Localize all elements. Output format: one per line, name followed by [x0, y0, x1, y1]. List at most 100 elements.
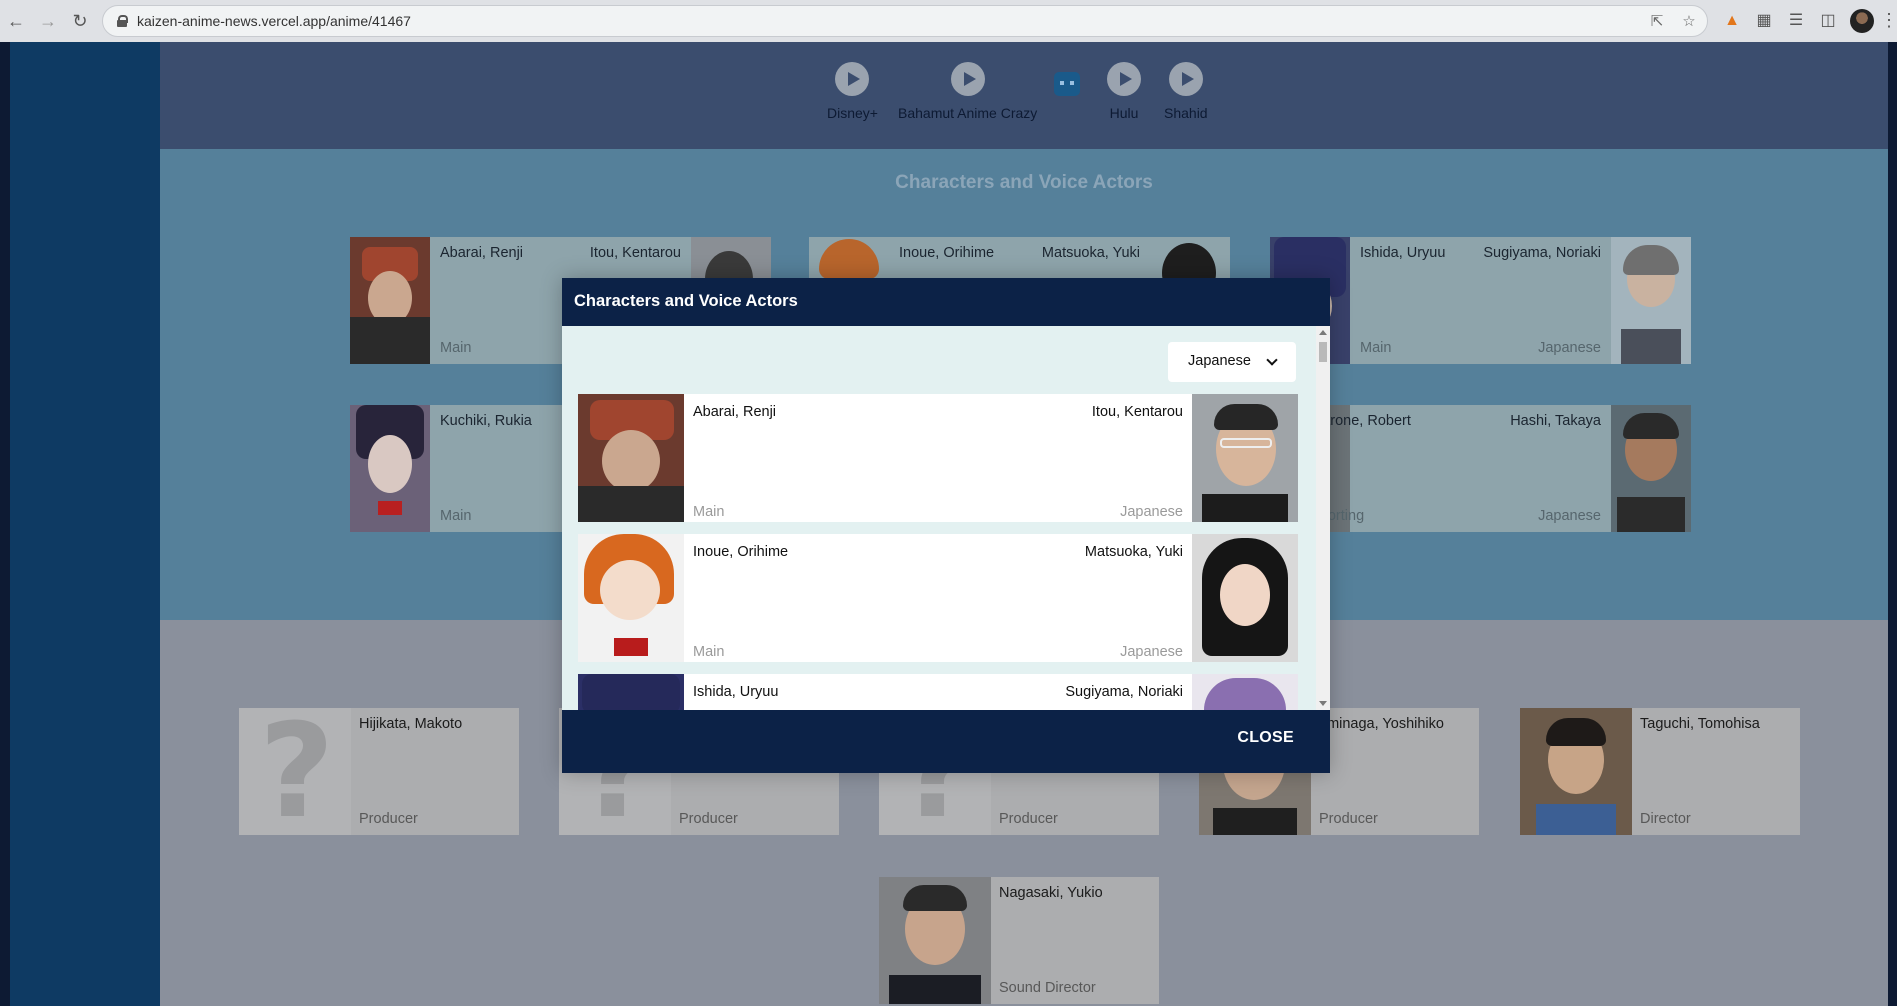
actor-name: Matsuoka, Yuki [1041, 245, 1140, 261]
staff-role: Producer [999, 811, 1058, 827]
tv-icon [1054, 72, 1080, 96]
modal-footer: CLOSE [562, 710, 1330, 773]
actor-image [1611, 405, 1691, 532]
character-name: Kuchiki, Rukia [440, 413, 532, 429]
play-icon [1107, 62, 1141, 96]
characters-modal: Characters and Voice Actors Japanese Aba… [562, 278, 1330, 773]
page-edge [0, 42, 10, 1006]
media-icon[interactable]: ☰ [1785, 10, 1807, 32]
stream-shahid[interactable]: Shahid [1164, 62, 1208, 121]
avatar[interactable] [1850, 9, 1874, 33]
staff-role: Sound Director [999, 980, 1096, 996]
modal-scrollbar[interactable] [1316, 326, 1330, 710]
kebab-icon[interactable]: ⋮ [1880, 10, 1897, 32]
actor-image [1611, 237, 1691, 364]
character-role: Main [440, 340, 472, 356]
character-name: Abarai, Renji [693, 404, 777, 420]
actor-name: Itou, Kentarou [589, 245, 681, 261]
stream-label: Hulu [1109, 105, 1139, 121]
streaming-bar: Disney+ Bahamut Anime Crazy Hulu Shahid [160, 42, 1888, 149]
actor-image [1192, 534, 1298, 662]
stream-label: Shahid [1164, 105, 1208, 121]
language-select-value: Japanese [1188, 353, 1251, 369]
staff-image [1520, 708, 1632, 835]
actor-language: Japanese [1538, 508, 1601, 524]
stream-label: Bahamut Anime Crazy [898, 105, 1038, 121]
metamask-icon[interactable]: ▲ [1721, 10, 1743, 32]
actor-language: Japanese [1120, 644, 1183, 660]
modal-body: Japanese Abarai, Renji Main Itou, Kentar… [562, 326, 1330, 710]
play-icon [835, 62, 870, 96]
back-icon[interactable]: ← [4, 9, 28, 33]
stream-disney[interactable]: Disney+ [827, 62, 878, 121]
share-icon[interactable]: ⇱ [1647, 12, 1667, 32]
section-title: Characters and Voice Actors [895, 172, 1153, 193]
staff-card[interactable]: Nagasaki, Yukio Sound Director [879, 877, 1159, 1004]
actor-name: Sugiyama, Noriaki [1065, 684, 1183, 700]
character-image [578, 674, 684, 710]
actor-image [1192, 394, 1298, 522]
character-name: Inoue, Orihime [899, 245, 995, 261]
play-icon [1168, 62, 1203, 96]
language-select[interactable]: Japanese [1168, 342, 1296, 382]
staff-card[interactable]: Taguchi, Tomohisa Director [1520, 708, 1800, 835]
stream-hulu[interactable]: Hulu [1107, 62, 1141, 121]
scrollbar-thumb[interactable] [1319, 342, 1327, 362]
character-image [578, 534, 684, 662]
actor-name: Itou, Kentarou [1091, 404, 1183, 420]
staff-name: ominaga, Yoshihiko [1319, 716, 1444, 732]
actor-language: Japanese [1538, 340, 1601, 356]
character-name: Ishida, Uryuu [693, 684, 779, 700]
staff-role: Director [1640, 811, 1691, 827]
character-role: Main [693, 644, 725, 660]
actor-language: Japanese [1120, 504, 1183, 520]
character-role: Main [440, 508, 472, 524]
list-item[interactable]: Abarai, Renji Main Itou, Kentarou Japane… [578, 394, 1298, 522]
actor-name: Matsuoka, Yuki [1084, 544, 1183, 560]
forward-icon[interactable]: → [36, 9, 60, 33]
character-name: Ishida, Uryuu [1360, 245, 1446, 261]
page-edge-right [1888, 42, 1897, 1006]
character-role: Main [1360, 340, 1392, 356]
staff-role: Producer [679, 811, 738, 827]
chevron-down-icon [1266, 354, 1278, 366]
url-text[interactable]: kaizen-anime-news.vercel.app/anime/41467 [137, 13, 411, 29]
staff-name: Hijikata, Makoto [359, 716, 463, 732]
actor-name: Hashi, Takaya [1510, 413, 1601, 429]
staff-name: Taguchi, Tomohisa [1640, 716, 1760, 732]
character-image [350, 405, 430, 532]
character-card[interactable]: Ishida, Uryuu Main Sugiyama, Noriaki Jap… [1270, 237, 1691, 364]
reload-icon[interactable]: ↻ [68, 9, 92, 33]
star-icon[interactable]: ☆ [1679, 12, 1699, 32]
address-bar[interactable]: kaizen-anime-news.vercel.app/anime/41467… [102, 5, 1708, 37]
staff-image [879, 877, 991, 1004]
staff-role: Producer [359, 811, 418, 827]
staff-role: Producer [1319, 811, 1378, 827]
staff-card[interactable]: ? Hijikata, Makoto Producer [239, 695, 519, 847]
staff-image: ? [239, 695, 351, 847]
actor-image [1192, 674, 1298, 710]
modal-title: Characters and Voice Actors [562, 278, 1330, 326]
character-name: Inoue, Orihime [693, 544, 789, 560]
stream-tv[interactable] [1054, 66, 1080, 100]
browser-toolbar: ← → ↻ kaizen-anime-news.vercel.app/anime… [0, 0, 1897, 42]
list-item[interactable]: Inoue, Orihime Main Matsuoka, Yuki Japan… [578, 534, 1298, 662]
character-name: Abarai, Renji [440, 245, 524, 261]
actor-name: Sugiyama, Noriaki [1483, 245, 1601, 261]
stream-label: Disney+ [827, 105, 878, 121]
close-button[interactable]: CLOSE [1237, 729, 1294, 747]
character-role: Main [693, 504, 725, 520]
placeholder-icon: ? [259, 695, 335, 847]
lock-icon[interactable] [117, 15, 128, 27]
scroll-up-icon[interactable] [1319, 330, 1327, 335]
character-image [578, 394, 684, 522]
play-icon [950, 62, 985, 96]
staff-name: Nagasaki, Yukio [999, 885, 1103, 901]
stream-bahamut[interactable]: Bahamut Anime Crazy [898, 62, 1037, 121]
character-image [350, 237, 430, 364]
scroll-down-icon[interactable] [1319, 701, 1327, 706]
puzzle-icon[interactable]: ▦ [1753, 10, 1775, 32]
list-item[interactable]: Ishida, Uryuu Sugiyama, Noriaki [578, 674, 1298, 710]
character-card[interactable]: Accutrone, Robert Supporting Hashi, Taka… [1270, 405, 1691, 532]
sidepanel-icon[interactable]: ◫ [1817, 10, 1839, 32]
